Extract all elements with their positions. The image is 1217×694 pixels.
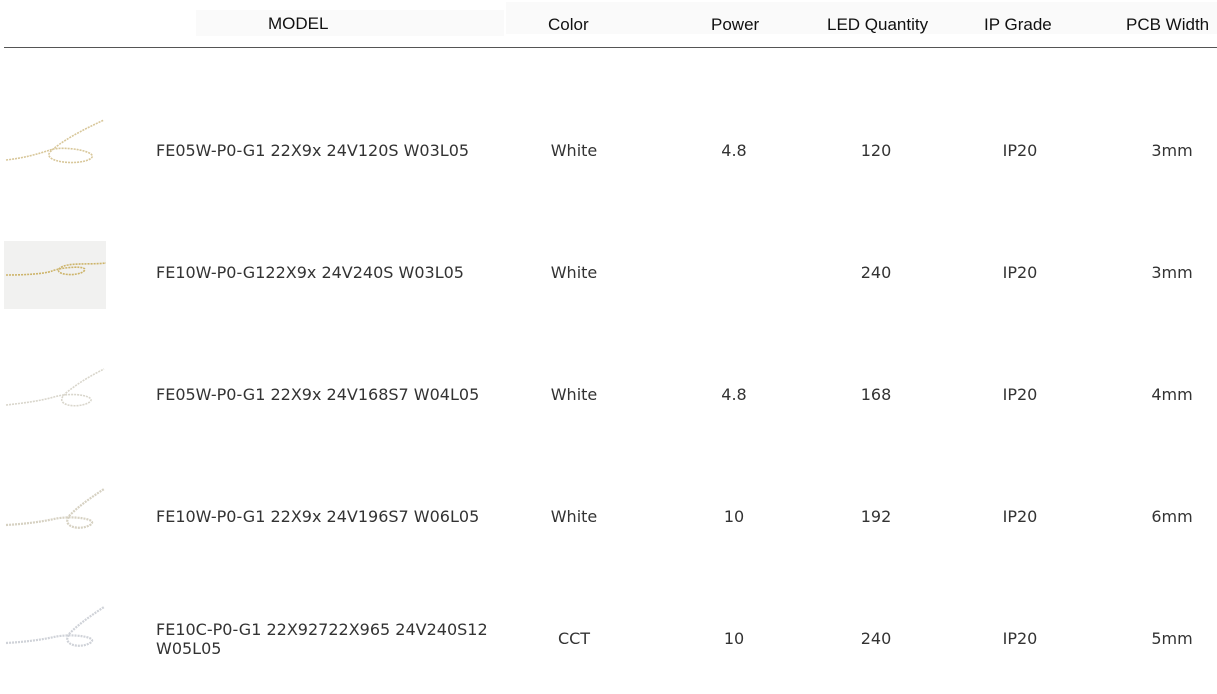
led-quantity-cell: 168 [860, 385, 892, 404]
led-quantity-cell: 240 [860, 263, 892, 282]
led-quantity-cell: 192 [860, 507, 892, 526]
power-cell: 10 [723, 507, 745, 526]
color-cell: White [550, 507, 598, 526]
ip-grade-cell: IP20 [1002, 263, 1038, 282]
power-cell: 10 [723, 629, 745, 648]
ip-grade-cell: IP20 [1002, 629, 1038, 648]
led-quantity-cell: 240 [860, 629, 892, 648]
model-cell: FE10W-P0-G122X9x 24V240S W03L05 [156, 263, 464, 282]
product-table: MODEL Color Power LED Quantity IP Grade … [0, 0, 1217, 694]
led-strip-thumbnail[interactable] [4, 241, 106, 309]
pcb-width-cell: 4mm [1151, 385, 1193, 404]
header-ip-grade: IP Grade [984, 15, 1052, 34]
led-strip-thumbnail[interactable] [4, 363, 106, 431]
model-cell: FE05W-P0-G1 22X9x 24V168S7 W04L05 [156, 385, 480, 404]
led-strip-thumbnail[interactable] [4, 485, 106, 553]
table-row[interactable]: FE10C-P0-G1 22X92722X965 24V240S12 W05L0… [0, 577, 1217, 694]
table-row[interactable]: FE05W-P0-G1 22X9x 24V168S7 W04L05 White … [0, 333, 1217, 455]
ip-grade-cell: IP20 [1002, 141, 1038, 160]
header-model: MODEL [268, 14, 329, 33]
table-row[interactable]: FE10W-P0-G122X9x 24V240S W03L05 White 24… [0, 211, 1217, 333]
pcb-width-cell: 5mm [1151, 629, 1193, 648]
model-cell: FE10W-P0-G1 22X9x 24V196S7 W06L05 [156, 507, 480, 526]
header-power: Power [711, 15, 760, 34]
pcb-width-cell: 3mm [1151, 263, 1193, 282]
header-color: Color [548, 15, 589, 34]
color-cell: White [550, 263, 598, 282]
model-cell: FE10C-P0-G1 22X92722X965 24V240S12 W05L0… [156, 620, 488, 658]
color-cell: White [550, 141, 598, 160]
pcb-width-cell: 3mm [1151, 141, 1193, 160]
color-cell: CCT [557, 629, 591, 648]
color-cell: White [550, 385, 598, 404]
table-row[interactable]: FE05W-P0-G1 22X9x 24V120S W03L05 White 4… [0, 89, 1217, 211]
header-pcb-width: PCB Width [1126, 15, 1210, 34]
power-cell: 4.8 [721, 385, 747, 404]
table-header: MODEL Color Power LED Quantity IP Grade … [0, 0, 1217, 48]
power-cell: 4.8 [721, 141, 747, 160]
pcb-width-cell: 6mm [1151, 507, 1193, 526]
model-cell: FE05W-P0-G1 22X9x 24V120S W03L05 [156, 141, 470, 160]
led-strip-thumbnail[interactable] [4, 605, 106, 673]
header-model-background [196, 10, 504, 36]
header-led-quantity: LED Quantity [827, 15, 929, 34]
header-divider [4, 47, 1217, 48]
ip-grade-cell: IP20 [1002, 385, 1038, 404]
table-row[interactable]: FE10W-P0-G1 22X9x 24V196S7 W06L05 White … [0, 455, 1217, 577]
ip-grade-cell: IP20 [1002, 507, 1038, 526]
led-strip-thumbnail[interactable] [4, 114, 106, 182]
led-quantity-cell: 120 [860, 141, 892, 160]
